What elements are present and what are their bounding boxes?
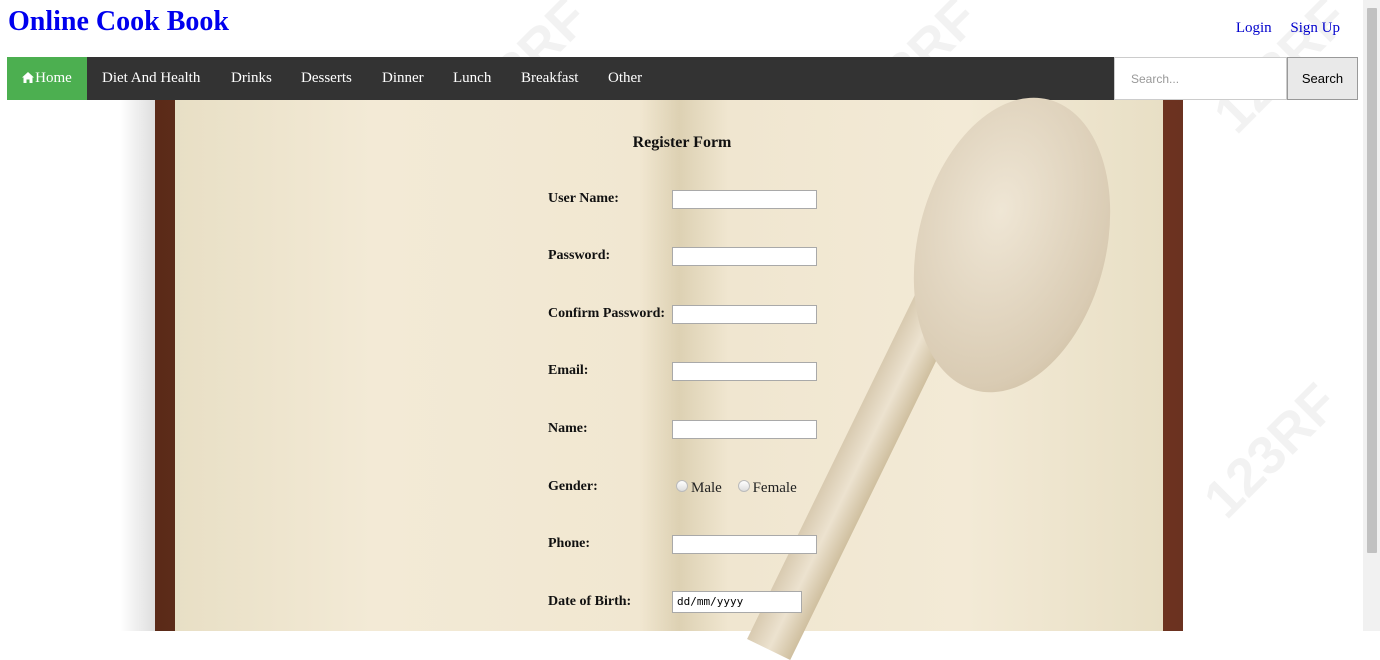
password-label: Password: (548, 248, 611, 263)
username-label: User Name: (548, 191, 619, 206)
nav-item-other[interactable]: Other (608, 57, 642, 100)
password-input[interactable] (672, 247, 817, 266)
nav-home-label: Home (35, 70, 72, 86)
confirm-password-label: Confirm Password: (548, 306, 666, 321)
username-input[interactable] (672, 190, 817, 209)
gender-female-radio[interactable] (737, 480, 750, 492)
page-scrollbar[interactable] (1363, 0, 1380, 631)
confirm-password-input[interactable] (672, 305, 817, 324)
home-icon (22, 72, 35, 83)
gender-female-label: Female (752, 480, 797, 496)
signup-link[interactable]: Sign Up (1290, 20, 1340, 36)
email-label: Email: (548, 363, 589, 378)
gender-male-label: Male (691, 480, 722, 496)
nav-item-home[interactable]: Home (7, 57, 87, 100)
nav-item-lunch[interactable]: Lunch (453, 57, 491, 100)
email-input[interactable] (672, 362, 817, 381)
auth-links: Login Sign Up (1221, 20, 1340, 37)
form-title: Register Form (632, 134, 732, 151)
gender-male-radio[interactable] (676, 480, 688, 492)
name-input[interactable] (672, 420, 817, 439)
gender-radio-group: Male Female (676, 480, 797, 497)
nav-item-drinks[interactable]: Drinks (231, 57, 272, 100)
dob-label: Date of Birth: (548, 594, 632, 609)
main-navbar: Home Diet And Health Drinks Desserts Din… (7, 57, 1358, 100)
phone-input[interactable] (672, 535, 817, 554)
name-label: Name: (548, 421, 588, 436)
scrollbar-thumb[interactable] (1367, 8, 1377, 553)
dob-input[interactable]: dd/mm/yyyy (672, 591, 802, 613)
site-title: Online Cook Book (8, 6, 229, 37)
nav-item-diet-and-health[interactable]: Diet And Health (102, 57, 200, 100)
nav-item-desserts[interactable]: Desserts (301, 57, 352, 100)
login-link[interactable]: Login (1236, 20, 1272, 36)
nav-item-dinner[interactable]: Dinner (382, 57, 424, 100)
watermark: 123RF (1192, 372, 1350, 530)
gender-label: Gender: (548, 479, 598, 494)
phone-label: Phone: (548, 536, 590, 551)
search-button[interactable]: Search (1287, 57, 1358, 100)
nav-item-breakfast[interactable]: Breakfast (521, 57, 578, 100)
search-input[interactable] (1114, 57, 1287, 100)
